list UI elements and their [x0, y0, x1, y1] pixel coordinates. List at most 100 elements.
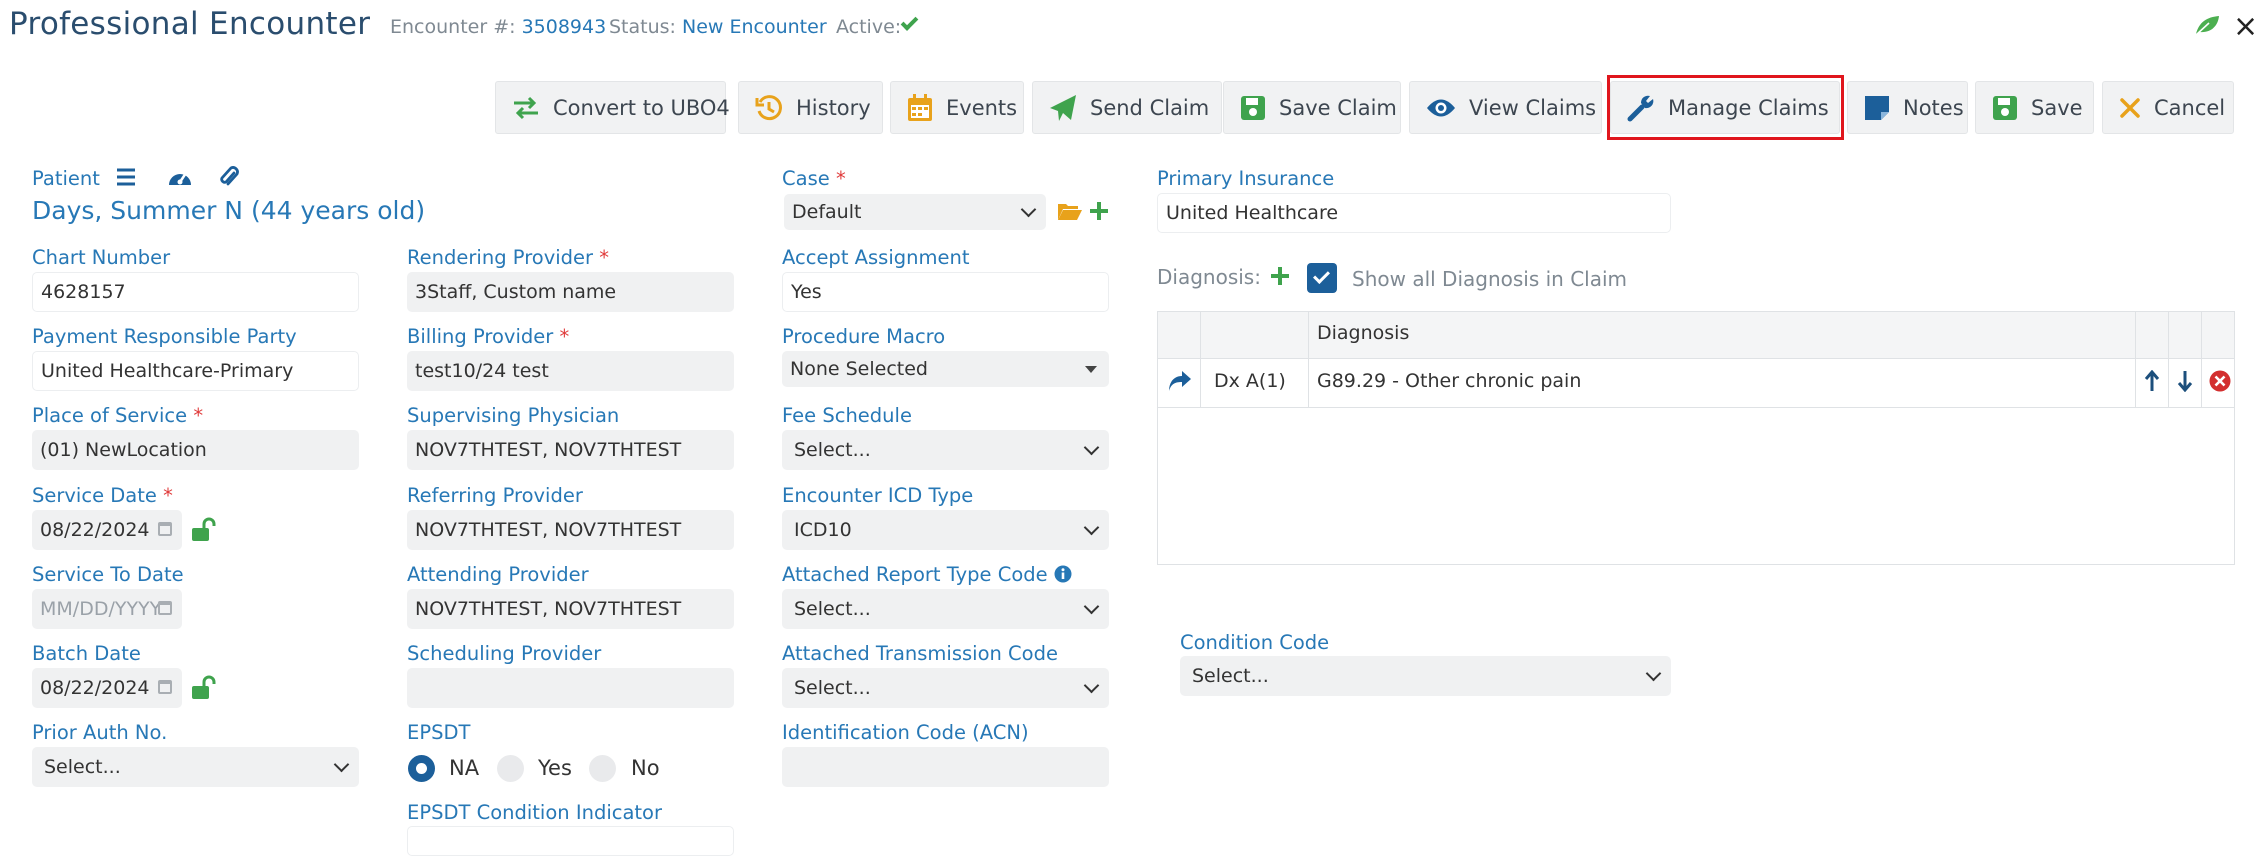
patient-name[interactable]: Days, Summer N (44 years old)	[32, 196, 425, 225]
history-button[interactable]: History	[738, 81, 883, 134]
grid-header-diagnosis[interactable]: Diagnosis	[1317, 322, 1409, 344]
dashboard-icon[interactable]	[167, 166, 193, 188]
remove-icon[interactable]	[2209, 370, 2231, 392]
epsdt-option-no: No	[631, 756, 660, 780]
report-type-select[interactable]: Select...	[782, 589, 1109, 629]
cancel-button[interactable]: Cancel	[2102, 81, 2234, 134]
calendar-icon	[908, 93, 932, 121]
case-select[interactable]: Default	[784, 194, 1046, 230]
encounter-number-value: 3508943	[521, 16, 607, 38]
epsdt-condition-label: EPSDT Condition Indicator	[407, 801, 663, 824]
rendering-provider-field[interactable]: 3Staff, Custom name	[407, 272, 734, 312]
plus-icon[interactable]	[1270, 266, 1290, 286]
accept-assignment-field[interactable]: Yes	[782, 272, 1109, 312]
paperclip-icon[interactable]	[219, 165, 239, 189]
case-label-text: Case	[782, 167, 830, 190]
transmission-code-label: Attached Transmission Code	[782, 642, 1058, 665]
rendering-provider-value: 3Staff, Custom name	[415, 281, 617, 303]
referring-provider-field[interactable]: NOV7THTEST, NOV7THTEST	[407, 510, 734, 550]
show-all-checkbox[interactable]	[1307, 263, 1337, 293]
transmission-code-value: Select...	[794, 677, 871, 699]
send-claim-button[interactable]: Send Claim	[1032, 81, 1222, 134]
billing-provider-field[interactable]: test10/24 test	[407, 351, 734, 391]
fee-schedule-value: Select...	[794, 439, 871, 461]
chart-number-field[interactable]: 4628157	[32, 272, 359, 312]
folder-open-icon[interactable]	[1057, 201, 1083, 221]
unlock-icon[interactable]	[190, 517, 216, 543]
attending-provider-value: NOV7THTEST, NOV7THTEST	[415, 598, 682, 620]
icd-type-select[interactable]: ICD10	[782, 510, 1109, 550]
history-label: History	[796, 95, 871, 120]
epsdt-condition-field[interactable]	[407, 826, 734, 856]
show-all-label: Show all Diagnosis in Claim	[1352, 267, 1628, 291]
close-icon[interactable]: ×	[2233, 12, 2258, 42]
epsdt-option-yes: Yes	[538, 756, 572, 780]
arrow-down-icon[interactable]	[2177, 370, 2193, 392]
view-claims-label: View Claims	[1469, 95, 1597, 120]
calendar-icon[interactable]	[158, 522, 172, 536]
place-of-service-field[interactable]: (01) NewLocation	[32, 430, 359, 470]
epsdt-radio-yes[interactable]	[497, 755, 524, 782]
payment-party-label: Payment Responsible Party	[32, 325, 297, 348]
chevron-down-icon	[1645, 665, 1662, 682]
case-label: Case *	[782, 167, 846, 190]
chevron-down-icon	[1020, 201, 1037, 218]
encounter-status: Status: New Encounter	[609, 16, 827, 38]
convert-button[interactable]: Convert to UBO4	[495, 81, 730, 134]
calendar-icon[interactable]	[158, 680, 172, 694]
fee-schedule-select[interactable]: Select...	[782, 430, 1109, 470]
batch-date-field[interactable]: 08/22/2024	[32, 668, 182, 708]
payment-party-field[interactable]: United Healthcare-Primary	[32, 351, 359, 391]
list-icon[interactable]	[116, 167, 136, 187]
status-label: Status:	[609, 16, 676, 38]
service-date-field[interactable]: 08/22/2024	[32, 510, 182, 550]
plus-icon[interactable]	[1089, 201, 1109, 221]
save-button[interactable]: Save	[1975, 81, 2094, 134]
procedure-macro-select[interactable]: None Selected	[782, 351, 1109, 387]
scheduling-provider-field[interactable]	[407, 668, 734, 708]
icd-type-label: Encounter ICD Type	[782, 484, 974, 507]
prior-auth-select[interactable]: Select...	[32, 747, 359, 787]
condition-code-select[interactable]: Select...	[1180, 656, 1671, 696]
epsdt-radio-na[interactable]	[408, 755, 435, 782]
cancel-label: Cancel	[2154, 95, 2226, 120]
send-claim-label: Send Claim	[1090, 95, 1210, 120]
scheduling-provider-label: Scheduling Provider	[407, 642, 602, 665]
info-icon[interactable]	[1054, 565, 1072, 583]
prior-auth-value: Select...	[44, 756, 121, 778]
notes-button[interactable]: Notes	[1847, 81, 1968, 134]
primary-insurance-field[interactable]: United Healthcare	[1157, 193, 1671, 233]
events-label: Events	[946, 95, 1018, 120]
active-indicator: Active:	[836, 13, 919, 38]
service-to-date-field[interactable]: MM/DD/YYYY	[32, 589, 182, 629]
batch-date-value: 08/22/2024	[40, 677, 150, 699]
billing-provider-value: test10/24 test	[415, 360, 549, 382]
leaf-icon[interactable]	[2193, 14, 2221, 36]
acn-field[interactable]	[782, 747, 1109, 787]
service-date-label: Service Date *	[32, 484, 173, 507]
calendar-icon[interactable]	[158, 601, 172, 615]
billing-label-text: Billing Provider	[407, 325, 554, 348]
save-claim-button[interactable]: Save Claim	[1223, 81, 1401, 134]
service-to-date-label: Service To Date	[32, 563, 184, 586]
diagnosis-description: G89.29 - Other chronic pain	[1317, 370, 1582, 392]
supervising-physician-field[interactable]: NOV7THTEST, NOV7THTEST	[407, 430, 734, 470]
events-button[interactable]: Events	[890, 81, 1024, 134]
supervising-physician-label: Supervising Physician	[407, 404, 620, 427]
epsdt-radio-no[interactable]	[589, 755, 616, 782]
share-arrow-icon[interactable]	[1168, 370, 1192, 392]
transmission-code-select[interactable]: Select...	[782, 668, 1109, 708]
diagnosis-label: Diagnosis:	[1157, 265, 1261, 289]
highlight-box	[1607, 75, 1844, 140]
attending-provider-field[interactable]: NOV7THTEST, NOV7THTEST	[407, 589, 734, 629]
diagnosis-code-ref: Dx A(1)	[1214, 370, 1286, 392]
service-date-value: 08/22/2024	[40, 519, 150, 541]
rendering-label-text: Rendering Provider	[407, 246, 594, 269]
report-type-label-text: Attached Report Type Code	[782, 563, 1048, 586]
view-claims-button[interactable]: View Claims	[1409, 81, 1602, 134]
diagnosis-grid: Diagnosis Dx A(1) G89.29 - Other chronic…	[1157, 311, 2235, 565]
accept-assignment-value: Yes	[791, 281, 822, 303]
condition-code-value: Select...	[1192, 665, 1269, 687]
arrow-up-icon[interactable]	[2144, 370, 2160, 392]
unlock-icon[interactable]	[190, 675, 216, 701]
